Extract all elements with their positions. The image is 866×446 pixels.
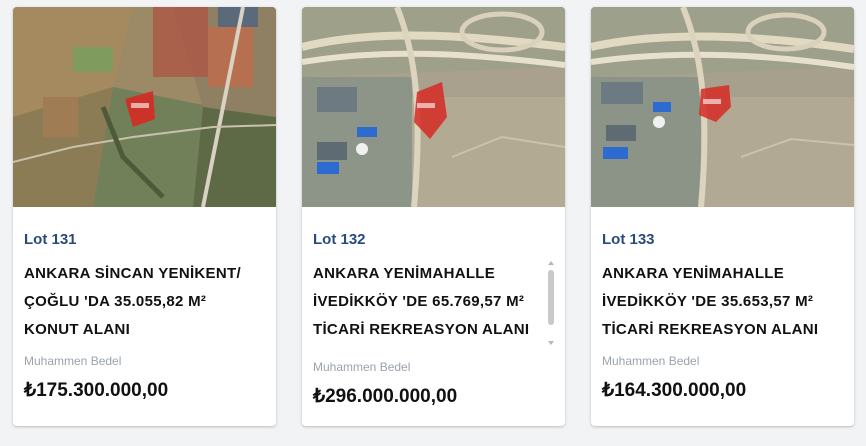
aerial-map-image[interactable] — [13, 7, 276, 207]
title-line: TİCARİ REKREASYON ALANI — [602, 321, 819, 338]
title-line: ANKARA SİNCAN YENİKENT/ — [24, 265, 241, 282]
scroll-up-arrow-icon[interactable] — [548, 261, 554, 265]
lot-number[interactable]: Lot 133 — [602, 231, 655, 248]
scroll-down-arrow-icon[interactable] — [548, 341, 554, 345]
price-label: Muhammen Bedel — [313, 360, 411, 374]
aerial-map-image[interactable] — [591, 7, 854, 207]
price-value: ₺164.300.000,00 — [602, 380, 747, 401]
title-line: İVEDİKKÖY 'DE 65.769,57 M² — [313, 293, 525, 310]
price-label: Muhammen Bedel — [24, 354, 122, 368]
title-line: KONUT ALANI — [24, 321, 131, 338]
title-line: ANKARA YENİMAHALLE — [313, 265, 496, 282]
title-line: ÇOĞLU 'DA 35.055,82 M² — [24, 293, 207, 310]
lot-number[interactable]: Lot 131 — [24, 231, 77, 248]
listing-title[interactable]: ANKARA YENİMAHALLE İVEDİKKÖY 'DE 35.653,… — [602, 260, 838, 344]
title-line: ANKARA YENİMAHALLE — [602, 265, 785, 282]
lot-card-133[interactable]: Lot 133 ANKARA YENİMAHALLE İVEDİKKÖY 'DE… — [591, 7, 854, 426]
aerial-map-image[interactable] — [302, 7, 565, 207]
price-value: ₺175.300.000,00 — [24, 380, 169, 401]
lot-card-132[interactable]: Lot 132 ANKARA YENİMAHALLE İVEDİKKÖY 'DE… — [302, 7, 565, 426]
title-line: İVEDİKKÖY 'DE 35.653,57 M² — [602, 293, 814, 310]
price-value: ₺296.000.000,00 — [313, 386, 458, 407]
lot-number[interactable]: Lot 132 — [313, 231, 366, 248]
listing-title[interactable]: ANKARA YENİMAHALLE İVEDİKKÖY 'DE 65.769,… — [313, 260, 549, 344]
listing-title[interactable]: ANKARA SİNCAN YENİKENT/ ÇOĞLU 'DA 35.055… — [24, 260, 260, 344]
scrollbar-thumb[interactable] — [548, 270, 554, 325]
title-line: TİCARİ REKREASYON ALANI — [313, 321, 530, 338]
price-label: Muhammen Bedel — [602, 354, 700, 368]
title-scrollbar[interactable] — [547, 261, 555, 345]
lot-card-131[interactable]: Lot 131 ANKARA SİNCAN YENİKENT/ ÇOĞLU 'D… — [13, 7, 276, 426]
